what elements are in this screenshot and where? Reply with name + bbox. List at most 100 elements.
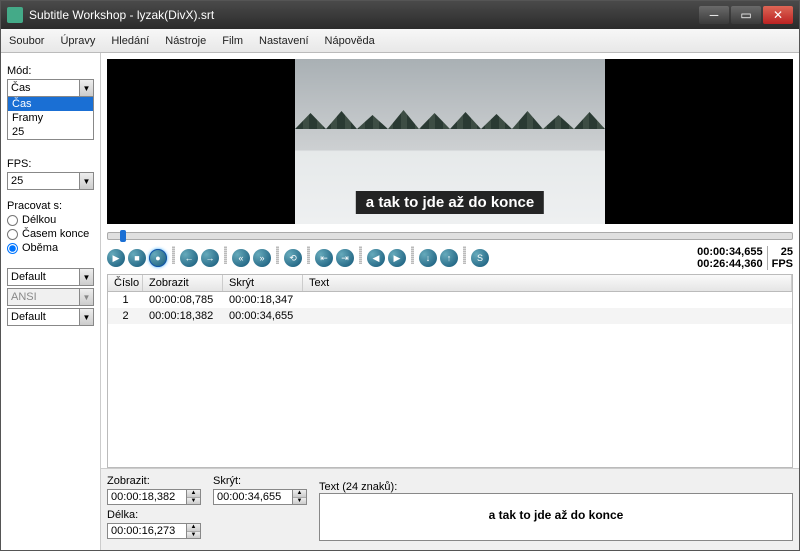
charset1-value: Default <box>11 271 46 283</box>
play-button[interactable]: ▶ <box>107 249 125 267</box>
close-button[interactable]: ✕ <box>763 6 793 24</box>
mode-option-25[interactable]: 25 <box>8 125 93 139</box>
mode-combo[interactable]: Čas▼ <box>7 79 94 97</box>
radio-delkou[interactable]: Délkou <box>7 214 94 226</box>
menubar: Soubor Úpravy Hledání Nástroje Film Nast… <box>1 29 799 53</box>
col-header-text[interactable]: Text <box>303 275 792 291</box>
chevron-down-icon: ▼ <box>79 269 93 285</box>
col-header-num[interactable]: Číslo <box>108 275 143 291</box>
chevron-down-icon: ▼ <box>79 173 93 189</box>
show-label: Zobrazit: <box>107 475 201 487</box>
set-end-button[interactable]: ↑ <box>440 249 458 267</box>
radio-obema[interactable]: Oběma <box>7 242 94 254</box>
table-row[interactable]: 2 00:00:18,382 00:00:34,655 <box>108 308 792 324</box>
mark-out-button[interactable]: ⇥ <box>336 249 354 267</box>
mode-option-framy[interactable]: Framy <box>8 111 93 125</box>
col-header-show[interactable]: Zobrazit <box>143 275 223 291</box>
encoding-value: ANSI <box>11 291 37 303</box>
menu-help[interactable]: Nápověda <box>325 35 375 47</box>
menu-file[interactable]: Soubor <box>9 35 44 47</box>
hide-time-input[interactable]: ▲▼ <box>213 489 307 505</box>
window-title: Subtitle Workshop - lyzak(DivX).srt <box>29 8 699 22</box>
mode-option-cas[interactable]: Čas <box>8 97 93 111</box>
fps-number: 25 <box>772 246 793 258</box>
separator <box>307 246 310 264</box>
stop-button[interactable]: ■ <box>128 249 146 267</box>
set-start-button[interactable]: ↓ <box>419 249 437 267</box>
prev-button[interactable]: ← <box>180 249 198 267</box>
separator <box>359 246 362 264</box>
fps-combo-value: 25 <box>11 175 23 187</box>
separator <box>276 246 279 264</box>
radio-casem-label: Časem konce <box>22 228 89 240</box>
rewind-button[interactable]: « <box>232 249 250 267</box>
main-panel: a tak to jde až do konce ▶ ■ ● ← → « » ⟲… <box>101 53 799 550</box>
cell-num: 1 <box>108 293 143 307</box>
time-current: 00:00:34,655 <box>697 246 762 258</box>
spin-down-icon[interactable]: ▼ <box>293 498 306 505</box>
charset-combo-1[interactable]: Default ▼ <box>7 268 94 286</box>
sidebar: Mód: Čas▼ Čas Framy 25 FPS: 25▼ Pracovat… <box>1 53 101 550</box>
spin-down-icon[interactable]: ▼ <box>187 498 200 505</box>
separator <box>224 246 227 264</box>
video-subtitle-overlay: a tak to jde až do konce <box>356 191 544 214</box>
fps-label: FPS: <box>7 158 94 170</box>
separator <box>172 246 175 264</box>
sync-button[interactable]: S <box>471 249 489 267</box>
menu-search[interactable]: Hledání <box>111 35 149 47</box>
chevron-down-icon: ▼ <box>79 309 93 325</box>
jump-back-button[interactable]: ⟲ <box>284 249 302 267</box>
forward-button[interactable]: » <box>253 249 271 267</box>
radio-delkou-label: Délkou <box>22 214 56 226</box>
record-button[interactable]: ● <box>149 249 167 267</box>
subtitle-text-input[interactable] <box>319 493 793 541</box>
cell-hide: 00:00:34,655 <box>223 309 303 323</box>
spin-up-icon[interactable]: ▲ <box>187 524 200 532</box>
text-label: Text (24 znaků): <box>319 481 793 493</box>
mode-label: Mód: <box>7 65 94 77</box>
col-header-hide[interactable]: Skrýt <box>223 275 303 291</box>
seek-thumb[interactable] <box>120 230 126 242</box>
cell-show: 00:00:08,785 <box>143 293 223 307</box>
spin-up-icon[interactable]: ▲ <box>293 490 306 498</box>
bottom-panel: Zobrazit: ▲▼ Délka: ▲▼ Skrýt: ▲▼ Text (2… <box>101 468 799 550</box>
charset-combo-2[interactable]: Default▼ <box>7 308 94 326</box>
video-preview[interactable]: a tak to jde až do konce <box>107 59 793 224</box>
mode-dropdown: Čas Framy 25 <box>7 96 94 140</box>
maximize-button[interactable]: ▭ <box>731 6 761 24</box>
mark-in-button[interactable]: ⇤ <box>315 249 333 267</box>
table-row[interactable]: 1 00:00:08,785 00:00:18,347 <box>108 292 792 308</box>
menu-film[interactable]: Film <box>222 35 243 47</box>
cell-text <box>303 309 792 323</box>
minimize-button[interactable]: ─ <box>699 6 729 24</box>
menu-tools[interactable]: Nástroje <box>165 35 206 47</box>
length-time-field[interactable] <box>107 523 187 539</box>
menu-edit[interactable]: Úpravy <box>60 35 95 47</box>
app-icon <box>7 7 23 23</box>
hide-time-field[interactable] <box>213 489 293 505</box>
playback-toolbar: ▶ ■ ● ← → « » ⟲ ⇤ ⇥ ◀ ▶ ↓ ↑ <box>101 242 799 274</box>
menu-settings[interactable]: Nastavení <box>259 35 309 47</box>
length-label: Délka: <box>107 509 201 521</box>
subtitle-grid[interactable]: Číslo Zobrazit Skrýt Text 1 00:00:08,785… <box>107 274 793 468</box>
seek-bar[interactable] <box>107 232 793 240</box>
spin-up-icon[interactable]: ▲ <box>187 490 200 498</box>
fps-combo[interactable]: 25 ▼ <box>7 172 94 190</box>
show-time-field[interactable] <box>107 489 187 505</box>
cell-num: 2 <box>108 309 143 323</box>
next-button[interactable]: → <box>201 249 219 267</box>
chevron-down-icon: ▼ <box>79 289 93 305</box>
titlebar: Subtitle Workshop - lyzak(DivX).srt ─ ▭ … <box>1 1 799 29</box>
app-window: Subtitle Workshop - lyzak(DivX).srt ─ ▭ … <box>0 0 800 551</box>
fps-label: FPS <box>772 258 793 270</box>
length-time-input[interactable]: ▲▼ <box>107 523 201 539</box>
radio-obema-label: Oběma <box>22 242 58 254</box>
spin-down-icon[interactable]: ▼ <box>187 532 200 539</box>
workwith-label: Pracovat s: <box>7 200 94 212</box>
mode-combo-value: Čas <box>11 82 31 94</box>
radio-casem[interactable]: Časem konce <box>7 228 94 240</box>
shift-left-button[interactable]: ◀ <box>367 249 385 267</box>
cell-text <box>303 293 792 307</box>
show-time-input[interactable]: ▲▼ <box>107 489 201 505</box>
shift-right-button[interactable]: ▶ <box>388 249 406 267</box>
